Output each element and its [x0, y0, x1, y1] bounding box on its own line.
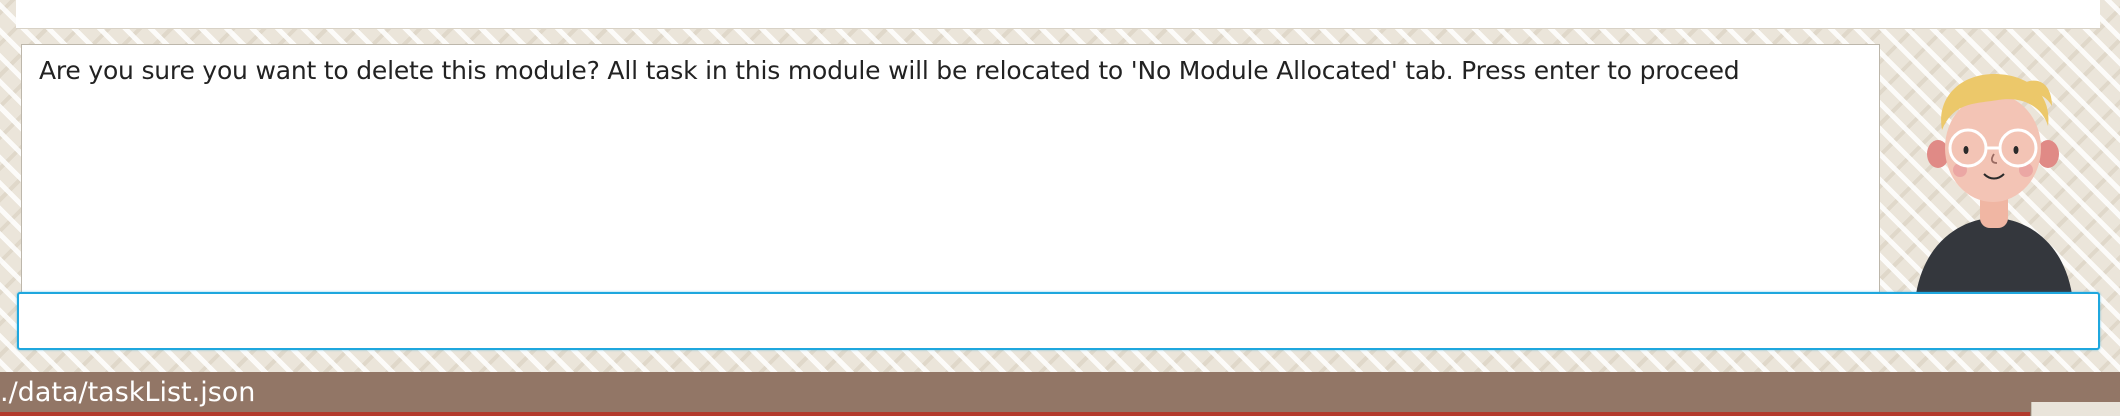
status-bar-corner [2031, 402, 2120, 416]
command-input[interactable] [17, 292, 2100, 350]
status-bar: ./data/taskList.json [0, 372, 2120, 416]
status-bar-accent [0, 412, 2030, 416]
save-location-path: ./data/taskList.json [0, 377, 256, 408]
result-display: Are you sure you want to delete this mod… [21, 44, 1880, 302]
top-panel [16, 0, 2100, 29]
result-message: Are you sure you want to delete this mod… [39, 56, 1740, 85]
character-avatar-icon [1902, 66, 2082, 294]
